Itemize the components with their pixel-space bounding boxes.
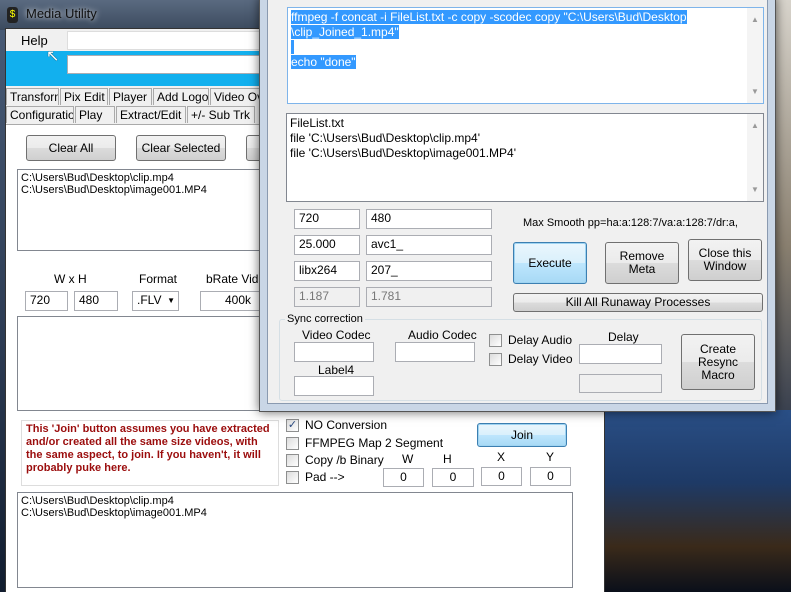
bitrate-label: bRate Vide xyxy=(206,272,266,286)
list-item[interactable]: C:\Users\Bud\Desktop\clip.mp4 xyxy=(21,172,263,184)
tab-add-logo[interactable]: Add Logo xyxy=(153,88,209,105)
format-select[interactable]: .FLV ▼ xyxy=(132,291,179,311)
join-button[interactable]: Join xyxy=(477,423,567,447)
pad-h-label: H xyxy=(443,452,452,466)
command-line: ffmpeg -f concat -i FileList.txt -c copy… xyxy=(291,10,687,24)
max-smooth-label: Max Smooth pp=ha:a:128:7/va:a:128:7/dr:a… xyxy=(523,217,738,229)
tab-player[interactable]: Player xyxy=(109,88,152,105)
execute-button[interactable]: Execute xyxy=(513,242,587,284)
delay-readonly xyxy=(579,374,662,393)
close-window-button[interactable]: Close this Window xyxy=(688,239,762,281)
scroll-up-icon[interactable]: ▲ xyxy=(747,118,763,133)
delay-label: Delay xyxy=(608,330,639,344)
bitrate-input[interactable]: 400k xyxy=(200,291,266,311)
tab-pix-edit[interactable]: Pix Edit xyxy=(60,88,108,105)
label4: Label4 xyxy=(318,363,355,377)
option-ffmpeg-map[interactable]: FFMPEG Map 2 Segment xyxy=(286,436,443,450)
pad-w-label: W xyxy=(402,452,414,466)
tab-play[interactable]: Play xyxy=(75,106,115,123)
tab-configuration[interactable]: Configuration xyxy=(6,106,74,123)
filelist-textarea[interactable]: FileList.txt file 'C:\Users\Bud\Desktop\… xyxy=(286,113,764,202)
ratio1-field: 1.187 xyxy=(294,287,360,307)
encoder-field[interactable]: libx264 xyxy=(294,261,360,281)
kill-processes-button[interactable]: Kill All Runaway Processes xyxy=(513,293,763,312)
command-line: \clip_Joined_1.mp4" xyxy=(291,25,399,39)
checkbox-icon[interactable] xyxy=(286,470,299,484)
width-input[interactable]: 720 xyxy=(25,291,68,311)
create-resync-macro-button[interactable]: Create Resync Macro xyxy=(681,334,755,390)
fps-field[interactable]: 25.000 xyxy=(294,235,360,255)
video-codec-label: Video Codec xyxy=(302,328,371,342)
checkbox-checked-icon[interactable]: ✓ xyxy=(286,418,299,432)
scroll-down-icon[interactable]: ▼ xyxy=(747,182,763,197)
height-input[interactable]: 480 xyxy=(74,291,118,311)
scroll-down-icon[interactable]: ▼ xyxy=(747,84,763,99)
output-box[interactable] xyxy=(17,316,267,411)
checkbox-icon[interactable] xyxy=(489,352,502,366)
pad-h-input[interactable]: 0 xyxy=(432,468,474,487)
list-item[interactable]: C:\Users\Bud\Desktop\image001.MP4 xyxy=(21,184,263,196)
video-codec-input[interactable] xyxy=(294,342,374,362)
desktop-wallpaper xyxy=(600,410,791,592)
list-item[interactable]: C:\Users\Bud\Desktop\clip.mp4 xyxy=(21,495,569,507)
pad-y-label: Y xyxy=(546,450,555,464)
height-field[interactable]: 480 xyxy=(366,209,492,229)
option-copy-binary[interactable]: Copy /b Binary xyxy=(286,453,384,467)
filelist-line: file 'C:\Users\Bud\Desktop\clip.mp4' xyxy=(290,131,480,145)
pad-x-input[interactable]: 0 xyxy=(481,467,522,486)
delay-video-option[interactable]: Delay Video xyxy=(489,352,573,366)
cursor-icon: ↖ xyxy=(46,48,60,65)
tab-video-overlay[interactable]: Video Ove xyxy=(210,88,266,105)
label4-input[interactable] xyxy=(294,376,374,396)
app-icon: $ xyxy=(7,7,18,23)
checkbox-icon[interactable] xyxy=(489,333,502,347)
tab-transform[interactable]: Transform xyxy=(6,88,59,105)
delay-audio-option[interactable]: Delay Audio xyxy=(489,333,572,347)
list-item[interactable]: C:\Users\Bud\Desktop\image001.MP4 xyxy=(21,507,569,519)
scrollbar[interactable]: ▲ ▼ xyxy=(747,8,763,103)
scrollbar[interactable]: ▲ ▼ xyxy=(747,114,763,201)
audio-codec-label: Audio Codec xyxy=(408,328,477,342)
pad-w-input[interactable]: 0 xyxy=(383,468,424,487)
codec-tag-field[interactable]: avc1_ xyxy=(366,235,492,255)
command-line: echo "done" xyxy=(291,55,356,69)
filelist-line: file 'C:\Users\Bud\Desktop\image001.MP4' xyxy=(290,146,517,160)
checkbox-icon[interactable] xyxy=(286,436,299,450)
size-label: W x H xyxy=(54,272,87,286)
join-note: This 'Join' button assumes you have extr… xyxy=(21,420,279,486)
tab-sub-track[interactable]: +/- Sub Trk xyxy=(187,106,255,123)
delay-input[interactable] xyxy=(579,344,662,364)
number-field[interactable]: 207_ xyxy=(366,261,492,281)
tab-extract-edit[interactable]: Extract/Edit xyxy=(116,106,186,123)
ratio2-field: 1.781 xyxy=(366,287,492,307)
join-list[interactable]: C:\Users\Bud\Desktop\clip.mp4 C:\Users\B… xyxy=(17,492,573,588)
scroll-up-icon[interactable]: ▲ xyxy=(747,12,763,27)
format-label: Format xyxy=(139,272,178,286)
menu-help[interactable]: Help xyxy=(21,33,48,48)
format-value: .FLV xyxy=(137,293,162,307)
filelist-line: FileList.txt xyxy=(290,116,345,130)
chevron-down-icon: ▼ xyxy=(167,296,175,305)
audio-codec-input[interactable] xyxy=(395,342,475,362)
option-no-conversion[interactable]: ✓ NO Conversion xyxy=(286,418,387,432)
pad-x-label: X xyxy=(497,450,506,464)
desktop-wallpaper-top xyxy=(775,0,791,410)
sync-group-label: Sync correction xyxy=(285,313,365,325)
dialog-window: ffmpeg -f concat -i FileList.txt -c copy… xyxy=(267,0,768,404)
clear-selected-button[interactable]: Clear Selected xyxy=(136,135,226,161)
file-list[interactable]: C:\Users\Bud\Desktop\clip.mp4 C:\Users\B… xyxy=(17,169,267,251)
checkbox-icon[interactable] xyxy=(286,453,299,467)
clear-all-button[interactable]: Clear All xyxy=(26,135,116,161)
option-pad[interactable]: Pad --> xyxy=(286,470,345,484)
command-textarea[interactable]: ffmpeg -f concat -i FileList.txt -c copy… xyxy=(287,7,764,104)
width-field[interactable]: 720 xyxy=(294,209,360,229)
window-title: Media Utility xyxy=(26,6,97,21)
pad-y-input[interactable]: 0 xyxy=(530,467,571,486)
remove-meta-button[interactable]: Remove Meta xyxy=(605,242,679,284)
